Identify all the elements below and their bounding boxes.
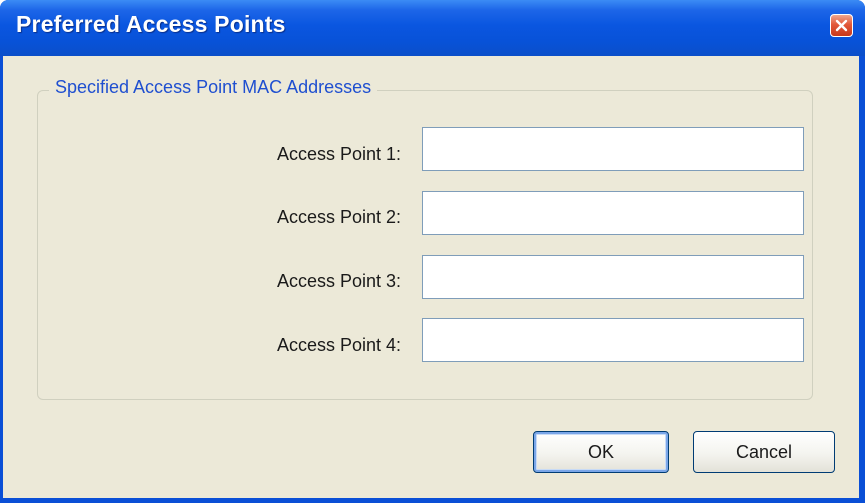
close-icon <box>835 19 848 32</box>
access-point-1-label: Access Point 1: <box>276 144 401 164</box>
access-point-3-input[interactable] <box>422 255 804 299</box>
access-point-2-label: Access Point 2: <box>276 207 401 227</box>
access-point-2-input[interactable] <box>422 191 804 235</box>
cancel-button[interactable]: Cancel <box>693 431 835 473</box>
access-point-3-label: Access Point 3: <box>276 271 401 291</box>
ok-button[interactable]: OK <box>533 431 669 473</box>
dialog-client-area: Specified Access Point MAC Addresses Acc… <box>3 56 859 498</box>
close-button[interactable] <box>830 14 853 37</box>
access-point-1-input[interactable] <box>422 127 804 171</box>
window-title: Preferred Access Points <box>16 11 286 37</box>
dialog-window: Preferred Access Points Specified Access… <box>0 0 865 503</box>
access-point-4-label: Access Point 4: <box>276 335 401 355</box>
access-point-4-input[interactable] <box>422 318 804 362</box>
groupbox-legend: Specified Access Point MAC Addresses <box>49 77 378 98</box>
title-bar[interactable]: Preferred Access Points <box>0 0 865 56</box>
